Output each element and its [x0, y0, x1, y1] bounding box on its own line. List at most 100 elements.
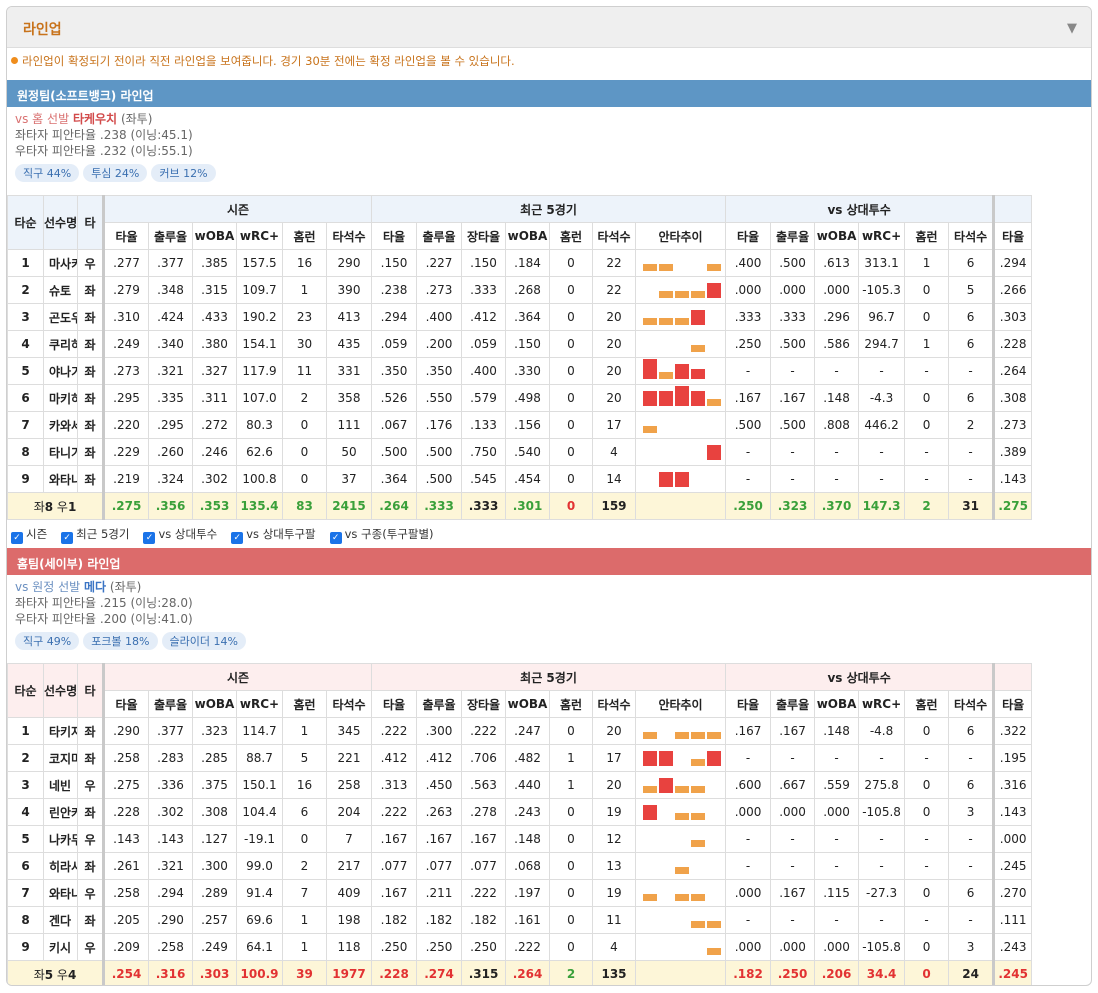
filter-checkbox[interactable]: ✓ vs 구종(투구팔별) [329, 527, 434, 544]
player-name-link[interactable]: 마키하라 [43, 384, 78, 412]
player-name-link[interactable]: 와타나베 [43, 465, 78, 493]
recent-stat: .067 [371, 411, 417, 439]
player-name-link[interactable]: 곤도우 [43, 303, 78, 331]
col-name: 선수명 [43, 663, 78, 718]
col-recent-woba[interactable]: wOBA [505, 222, 550, 250]
col-season-hr[interactable]: 홈런 [282, 222, 327, 250]
player-name-link[interactable]: 타니가와라 [43, 438, 78, 466]
col-vs-wrc[interactable]: wRC+ [858, 222, 906, 250]
player-name-link[interactable]: 와타나베 [43, 879, 78, 907]
col-vs-avg[interactable]: 타율 [725, 222, 772, 250]
player-name-link[interactable]: 히라사와 [43, 852, 78, 880]
col-extra-avg[interactable]: 타율 [992, 690, 1033, 718]
vs-stat: 0 [904, 933, 950, 961]
player-name-link[interactable]: 야나기타 [43, 357, 78, 385]
col-recent-woba[interactable]: wOBA [505, 690, 550, 718]
bat-hand: 우 [77, 825, 104, 853]
recent-stat: .412 [371, 744, 417, 772]
col-recent-trend[interactable]: 안타추이 [634, 222, 727, 250]
col-recent-hr[interactable]: 홈런 [549, 690, 593, 718]
vs-stat: - [904, 465, 950, 493]
hit-trend-sparkline [643, 442, 721, 462]
table-row: 9 키시 우 .209.258.249 64.1 1 118.250.250.250.222… [7, 933, 1033, 961]
col-recent-avg[interactable]: 타율 [371, 222, 417, 250]
vs-stat: - [814, 438, 860, 466]
filter-checkbox[interactable]: ✓ 시즌 [11, 527, 47, 544]
col-extra-avg[interactable]: 타율 [992, 222, 1033, 250]
filter-checkbox[interactable]: ✓ vs 상대투수 [143, 527, 217, 544]
col-recent-hr[interactable]: 홈런 [549, 222, 593, 250]
recent-stat: .200 [416, 330, 462, 358]
col-season-ab[interactable]: 타석수 [326, 222, 372, 250]
col-vs-obp[interactable]: 출루율 [770, 690, 816, 718]
checkbox-checked-icon[interactable]: ✓ [231, 532, 244, 544]
player-name-link[interactable]: 키시 [43, 933, 78, 961]
col-recent-ab[interactable]: 타석수 [592, 690, 636, 718]
player-name-link[interactable]: 슈토 [43, 276, 78, 304]
col-season-woba[interactable]: wOBA [192, 690, 237, 718]
filter-checkbox[interactable]: ✓ 최근 5경기 [61, 527, 129, 544]
vs-stat: - [948, 825, 995, 853]
col-recent-slg[interactable]: 장타율 [461, 690, 506, 718]
player-name-link[interactable]: 나카무라 [43, 825, 78, 853]
trend-bar [690, 391, 705, 406]
collapse-arrow-icon[interactable]: ▼ [1067, 21, 1077, 36]
table-row: 2 슈토 좌 .279.348.315 109.7 1 390.238.273.333.26… [7, 276, 1033, 304]
col-season-wrc[interactable]: wRC+ [236, 222, 283, 250]
table-row: 8 겐다 좌 .205.290.257 69.6 1 198.182.182.182.161… [7, 906, 1033, 934]
checkbox-checked-icon[interactable]: ✓ [143, 532, 156, 544]
hit-trend-sparkline [643, 469, 719, 489]
col-vs-obp[interactable]: 출루율 [770, 222, 816, 250]
trend-bar [690, 894, 705, 901]
col-recent-obp[interactable]: 출루율 [416, 222, 462, 250]
col-recent-obp[interactable]: 출루율 [416, 690, 462, 718]
season-stat: 80.3 [236, 411, 283, 439]
col-recent-trend[interactable]: 안타추이 [634, 690, 727, 718]
col-vs-avg[interactable]: 타율 [725, 690, 772, 718]
season-stat: .229 [102, 438, 149, 466]
hit-trend [634, 933, 727, 961]
col-season-obp[interactable]: 출루율 [148, 222, 193, 250]
player-name-link[interactable]: 네빈 [43, 771, 78, 799]
col-season-hr[interactable]: 홈런 [282, 690, 327, 718]
hand-count: 좌5 우4 [7, 960, 104, 985]
checkbox-checked-icon[interactable]: ✓ [11, 532, 23, 544]
player-name-link[interactable]: 마사키 [43, 249, 78, 277]
col-vs-woba[interactable]: wOBA [814, 222, 860, 250]
col-vs-ab[interactable]: 타석수 [948, 222, 995, 250]
player-name-link[interactable]: 타키자와 [43, 717, 78, 745]
col-vs-woba[interactable]: wOBA [814, 690, 860, 718]
filter-checkbox[interactable]: ✓ vs 상대투구팔 [231, 527, 316, 544]
col-season-avg[interactable]: 타율 [102, 690, 149, 718]
rhb-avg-against: 우타자 피안타율 .200 (이닝:41.0) [15, 612, 193, 626]
player-name-link[interactable]: 겐다 [43, 906, 78, 934]
table-row: 6히라사와좌.261.321.30099.02217.077.077.077.0… [7, 852, 1033, 880]
total-season-stat: .303 [192, 960, 237, 985]
checkbox-checked-icon[interactable]: ✓ [61, 532, 74, 544]
col-recent-avg[interactable]: 타율 [371, 690, 417, 718]
away-lineup-section: 원정팀(소프트뱅크) 라인업 vs 홈 선발 타케우치 (좌투) 좌타자 피안타율 … [7, 80, 1091, 520]
col-vs-hr[interactable]: 홈런 [904, 222, 950, 250]
starter-name-link[interactable]: 타케우치 [73, 112, 117, 126]
col-vs-ab[interactable]: 타석수 [948, 690, 995, 718]
player-name-link[interactable]: 린안커 [43, 798, 78, 826]
col-season-obp[interactable]: 출루율 [148, 690, 193, 718]
recent-stat: .250 [461, 933, 506, 961]
col-recent-slg[interactable]: 장타율 [461, 222, 506, 250]
home-lineup-section: 홈팀(세이부) 라인업 vs 원정 선발 메다 (좌투) 좌타자 피안타율 .215… [7, 548, 1091, 985]
player-name-link[interactable]: 쿠리하라 [43, 330, 78, 358]
season-stat: .258 [148, 933, 193, 961]
starter-name-link[interactable]: 메다 [84, 580, 106, 594]
col-recent-ab[interactable]: 타석수 [592, 222, 636, 250]
lineup-header[interactable]: 라인업 ▼ [7, 7, 1091, 48]
col-vs-hr[interactable]: 홈런 [904, 690, 950, 718]
col-season-ab[interactable]: 타석수 [326, 690, 372, 718]
col-season-woba[interactable]: wOBA [192, 222, 237, 250]
col-vs-wrc[interactable]: wRC+ [858, 690, 906, 718]
recent-stat: .247 [505, 717, 550, 745]
checkbox-checked-icon[interactable]: ✓ [329, 532, 342, 544]
player-name-link[interactable]: 코지마 [43, 744, 78, 772]
col-season-avg[interactable]: 타율 [102, 222, 149, 250]
col-season-wrc[interactable]: wRC+ [236, 690, 283, 718]
player-name-link[interactable]: 카와세 [43, 411, 78, 439]
